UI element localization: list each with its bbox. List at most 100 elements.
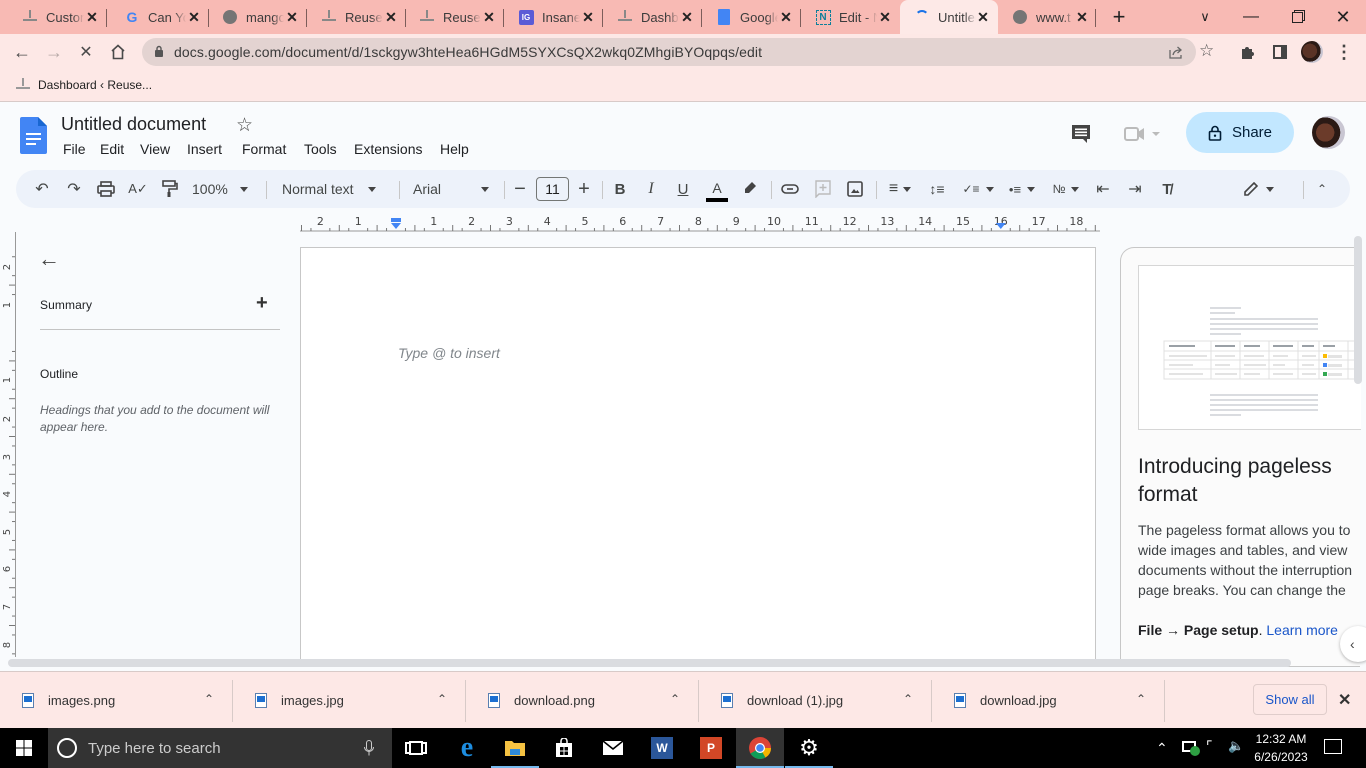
browser-tab[interactable]: Reuse ✕: [405, 0, 504, 34]
download-item[interactable]: download.jpg ⌃: [932, 672, 1165, 729]
new-tab-button[interactable]: +: [1106, 4, 1132, 30]
zoom-select[interactable]: 100%: [192, 170, 256, 208]
url-text[interactable]: docs.google.com/document/d/1sckgyw3hteHe…: [174, 44, 762, 60]
close-tab-button[interactable]: ✕: [85, 9, 99, 25]
task-view-button[interactable]: [392, 728, 440, 768]
tab-active[interactable]: Untitled✕: [900, 0, 998, 34]
insert-link-button[interactable]: [780, 170, 800, 208]
side-panel-button[interactable]: [1266, 38, 1294, 66]
add-comment-button[interactable]: [813, 170, 833, 208]
download-options-button[interactable]: ⌃: [437, 692, 447, 706]
numbered-list-button[interactable]: №: [1048, 170, 1084, 208]
tab-search-button[interactable]: ∨: [1182, 0, 1228, 34]
paragraph-style-select[interactable]: Normal text: [282, 170, 386, 208]
close-tab-button[interactable]: ✕: [482, 9, 496, 25]
home-button[interactable]: [104, 38, 132, 66]
menu-edit[interactable]: Edit: [100, 141, 124, 157]
close-outline-button[interactable]: ←: [38, 248, 60, 270]
extensions-button[interactable]: [1234, 38, 1262, 66]
horizontal-ruler[interactable]: 2 1 1 2 3 4 5 6 7 8 9 10 11 12 13 14 15 16 17 18: [300, 212, 1100, 232]
back-button[interactable]: ←: [8, 38, 36, 66]
profile-avatar[interactable]: [1298, 38, 1326, 66]
download-options-button[interactable]: ⌃: [1136, 692, 1146, 706]
text-color-button[interactable]: A: [706, 170, 728, 208]
settings-app-icon[interactable]: ⚙: [785, 728, 833, 768]
mail-app-icon[interactable]: [589, 728, 637, 768]
hide-menus-button[interactable]: ⌃: [1314, 170, 1330, 208]
menu-help[interactable]: Help: [440, 141, 469, 157]
insert-image-button[interactable]: [845, 170, 865, 208]
menu-insert[interactable]: Insert: [187, 141, 222, 157]
forward-button[interactable]: →: [40, 38, 68, 66]
star-icon[interactable]: ☆: [236, 114, 253, 137]
highlight-color-button[interactable]: [742, 170, 758, 208]
show-hidden-icons-button[interactable]: ⌃: [1156, 740, 1168, 757]
bookmark-item[interactable]: Dashboard ‹ Reuse...: [16, 77, 152, 92]
menu-extensions[interactable]: Extensions: [354, 141, 422, 157]
battery-icon[interactable]: [1182, 741, 1200, 756]
close-tab-button[interactable]: ✕: [187, 9, 201, 25]
browser-tab[interactable]: G Can You✕: [110, 0, 209, 34]
browser-tab[interactable]: www.t ✕: [998, 0, 1097, 34]
font-select[interactable]: Arial: [413, 170, 493, 208]
address-bar[interactable]: docs.google.com/document/d/1sckgyw3hteHe…: [142, 38, 1214, 66]
paint-format-button[interactable]: [160, 170, 180, 208]
download-options-button[interactable]: ⌃: [670, 692, 680, 706]
vertical-scrollbar[interactable]: [1354, 236, 1362, 384]
increase-font-size-button[interactable]: +: [576, 170, 592, 208]
font-size-input[interactable]: 11: [536, 177, 569, 201]
action-center-icon[interactable]: [1324, 739, 1342, 754]
browser-tab[interactable]: mango ✕: [208, 0, 307, 34]
taskbar-search-box[interactable]: Type here to search: [48, 728, 392, 768]
browser-tab[interactable]: N Edit - N✕: [801, 0, 900, 34]
redo-button[interactable]: ↷: [64, 170, 84, 208]
download-options-button[interactable]: ⌃: [204, 692, 214, 706]
show-all-downloads-button[interactable]: Show all: [1253, 684, 1327, 715]
word-app-icon[interactable]: W: [638, 728, 686, 768]
increase-indent-button[interactable]: ⇥: [1125, 170, 1145, 208]
close-tab-button[interactable]: ✕: [581, 9, 595, 25]
download-item[interactable]: images.png ⌃: [0, 672, 233, 729]
share-button[interactable]: Share: [1186, 112, 1294, 153]
browser-menu-button[interactable]: ⋮: [1330, 38, 1358, 66]
undo-button[interactable]: ↶: [32, 170, 52, 208]
download-item[interactable]: images.jpg ⌃: [233, 672, 466, 729]
comment-history-icon[interactable]: [1070, 123, 1092, 145]
menu-file[interactable]: File: [63, 141, 86, 157]
bookmark-star-icon[interactable]: ☆: [1199, 41, 1214, 61]
close-tab-button[interactable]: ✕: [1075, 9, 1089, 25]
close-tab-button[interactable]: ✕: [878, 9, 892, 25]
browser-tab[interactable]: Reuse ✕: [307, 0, 406, 34]
download-item[interactable]: download.png ⌃: [466, 672, 699, 729]
docs-logo-icon[interactable]: [20, 117, 47, 154]
download-options-button[interactable]: ⌃: [903, 692, 913, 706]
minimize-button[interactable]: —: [1228, 0, 1274, 34]
left-indent-marker[interactable]: [391, 223, 401, 229]
vertical-ruler[interactable]: 2 1 1 2 3 4 5 6 7 8: [0, 232, 16, 657]
close-tab-button[interactable]: ✕: [285, 9, 299, 25]
microphone-icon[interactable]: [364, 740, 374, 756]
wifi-icon[interactable]: ⌜: [1206, 738, 1213, 755]
underline-button[interactable]: U: [675, 170, 691, 208]
clear-formatting-button[interactable]: T̸: [1157, 170, 1177, 208]
browser-tab[interactable]: Google ✕: [702, 0, 801, 34]
document-page[interactable]: Type @ to insert: [300, 247, 1096, 667]
menu-format[interactable]: Format: [242, 141, 286, 157]
line-spacing-button[interactable]: ↕≡: [927, 170, 947, 208]
decrease-font-size-button[interactable]: −: [512, 170, 528, 208]
download-item[interactable]: download (1).jpg ⌃: [699, 672, 932, 729]
italic-button[interactable]: I: [643, 170, 659, 208]
bulleted-list-button[interactable]: •≡: [1004, 170, 1040, 208]
close-tab-button[interactable]: ✕: [976, 9, 990, 25]
volume-icon[interactable]: 🔈: [1228, 738, 1244, 754]
add-summary-button[interactable]: +: [256, 292, 268, 315]
close-tab-button[interactable]: ✕: [680, 9, 694, 25]
close-window-button[interactable]: ✕: [1320, 0, 1366, 34]
close-downloads-bar-button[interactable]: ✕: [1338, 690, 1351, 710]
system-clock[interactable]: 12:32 AM 6/26/2023: [1252, 730, 1310, 766]
powerpoint-app-icon[interactable]: P: [687, 728, 735, 768]
account-avatar[interactable]: [1312, 116, 1345, 149]
decrease-indent-button[interactable]: ⇤: [1093, 170, 1113, 208]
spellcheck-button[interactable]: A✓: [128, 170, 148, 208]
menu-tools[interactable]: Tools: [304, 141, 337, 157]
